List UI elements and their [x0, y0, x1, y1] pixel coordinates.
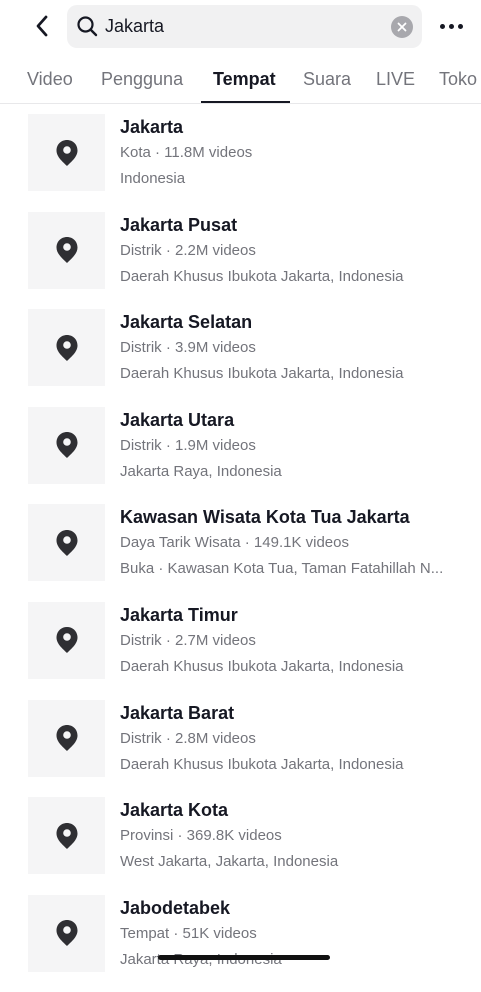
place-thumbnail	[28, 699, 105, 777]
place-thumbnail	[28, 601, 105, 679]
place-meta: Daya Tarik Wisata · 149.1K videos	[120, 534, 349, 552]
place-meta: Tempat · 51K videos	[120, 924, 257, 942]
place-results-list: Jakarta Kota · 11.8M videos Indonesia Ja…	[0, 114, 481, 992]
top-bar	[0, 0, 481, 56]
place-address: Buka · Kawasan Kota Tua, Taman Fatahilla…	[120, 560, 444, 578]
place-thumbnail	[28, 504, 105, 582]
place-address: Daerah Khusus Ibukota Jakarta, Indonesia	[120, 755, 404, 773]
place-address: Daerah Khusus Ibukota Jakarta, Indonesia	[120, 657, 404, 675]
place-meta: Kota · 11.8M videos	[120, 144, 253, 161]
location-pin-icon	[56, 237, 77, 264]
place-thumbnail	[28, 406, 105, 484]
place-thumbnail	[28, 309, 105, 387]
place-thumbnail	[28, 797, 105, 875]
tab-toko[interactable]: Toko	[439, 69, 477, 90]
place-meta: Provinsi · 369.8K videos	[120, 827, 282, 845]
location-pin-icon	[56, 139, 77, 166]
place-item[interactable]: Jabodetabek Tempat · 51K videos Jakarta …	[0, 894, 481, 992]
place-item[interactable]: Jakarta Barat Distrik · 2.8M videos Daer…	[0, 699, 481, 798]
tab-tempat[interactable]: Tempat	[213, 69, 276, 90]
place-item[interactable]: Kawasan Wisata Kota Tua Jakarta Daya Tar…	[0, 504, 481, 602]
place-name: Jabodetabek	[120, 897, 231, 918]
back-button[interactable]	[28, 12, 56, 40]
place-meta: Distrik · 2.7M videos	[120, 631, 256, 649]
tab-suara[interactable]: Suara	[303, 69, 351, 90]
search-input[interactable]	[105, 5, 375, 48]
place-name: Jakarta Utara	[120, 409, 235, 430]
location-pin-icon	[56, 432, 77, 459]
place-item[interactable]: Jakarta Kota Provinsi · 369.8K videos We…	[0, 797, 481, 895]
more-options-button[interactable]	[436, 14, 466, 38]
tab-video[interactable]: Video	[27, 69, 73, 90]
place-name: Jakarta Timur	[120, 604, 238, 625]
place-address: Jakarta Raya, Indonesia	[120, 462, 282, 480]
place-item[interactable]: Jakarta Pusat Distrik · 2.2M videos Daer…	[0, 211, 481, 310]
place-thumbnail	[28, 894, 105, 972]
place-name: Jakarta Kota	[120, 800, 229, 821]
search-icon	[77, 16, 98, 37]
place-address: West Jakarta, Jakarta, Indonesia	[120, 853, 339, 871]
tab-pengguna[interactable]: Pengguna	[101, 69, 183, 90]
place-item[interactable]: Jakarta Utara Distrik · 1.9M videos Jaka…	[0, 406, 481, 505]
search-box[interactable]	[67, 5, 422, 48]
place-address: Indonesia	[120, 170, 186, 187]
location-pin-icon	[56, 822, 77, 849]
location-pin-icon	[56, 529, 77, 556]
clear-icon	[397, 22, 407, 32]
search-tabs: Video Pengguna Tempat Suara LIVE Toko	[0, 56, 481, 104]
place-meta: Distrik · 2.8M videos	[120, 729, 256, 747]
location-pin-icon	[56, 920, 77, 947]
place-name: Jakarta Pusat	[120, 214, 238, 235]
location-pin-icon	[56, 627, 77, 654]
place-address: Daerah Khusus Ibukota Jakarta, Indonesia	[120, 365, 404, 383]
active-tab-indicator	[201, 101, 290, 103]
place-name: Kawasan Wisata Kota Tua Jakarta	[120, 507, 410, 528]
chevron-left-icon	[36, 15, 48, 37]
place-item[interactable]: Jakarta Kota · 11.8M videos Indonesia	[0, 114, 481, 212]
place-address: Daerah Khusus Ibukota Jakarta, Indonesia	[120, 267, 404, 285]
location-pin-icon	[56, 334, 77, 361]
place-name: Jakarta	[120, 117, 184, 137]
place-meta: Distrik · 1.9M videos	[120, 436, 256, 454]
place-name: Jakarta Selatan	[120, 312, 253, 333]
more-icon	[439, 23, 463, 29]
place-meta: Distrik · 3.9M videos	[120, 339, 256, 357]
home-indicator[interactable]	[158, 955, 330, 960]
place-item[interactable]: Jakarta Selatan Distrik · 3.9M videos Da…	[0, 309, 481, 407]
place-name: Jakarta Barat	[120, 702, 235, 723]
place-item[interactable]: Jakarta Timur Distrik · 2.7M videos Daer…	[0, 601, 481, 700]
place-meta: Distrik · 2.2M videos	[120, 241, 256, 259]
location-pin-icon	[56, 725, 77, 752]
place-thumbnail	[28, 114, 105, 191]
tab-live[interactable]: LIVE	[376, 69, 415, 90]
clear-search-button[interactable]	[391, 16, 413, 38]
place-thumbnail	[28, 211, 105, 289]
